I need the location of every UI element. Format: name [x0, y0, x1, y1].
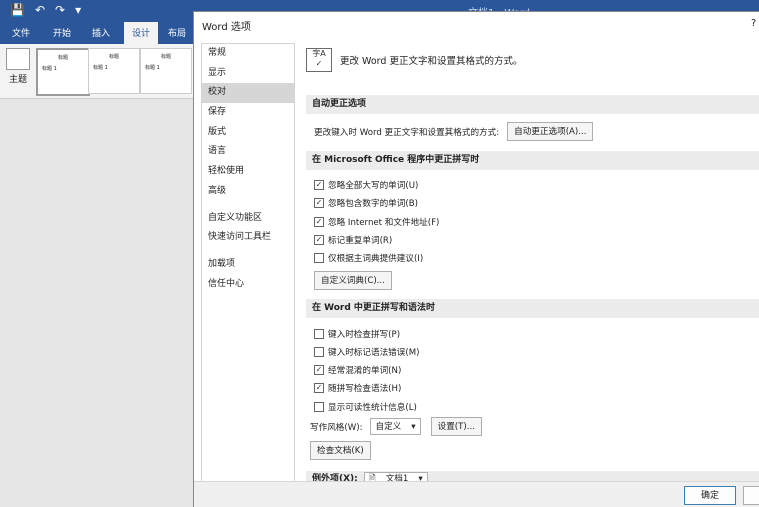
document-area: [0, 99, 194, 505]
writing-style-select[interactable]: 自定义 ▾: [370, 418, 421, 435]
proofing-abc-icon: 字A ✓: [306, 48, 332, 72]
theme-icon: [6, 48, 30, 70]
undo-icon[interactable]: ↶: [35, 3, 45, 17]
exceptions-select[interactable]: 🗎 文档1 ▾: [363, 472, 428, 481]
option-confused-words[interactable]: ✓ 经常混淆的单词(N): [314, 364, 401, 376]
checkbox[interactable]: ✓: [314, 198, 324, 208]
style-thumbnail[interactable]: 标题 标题 1: [36, 48, 90, 96]
cancel-button[interactable]: [743, 486, 759, 505]
nav-item-addins[interactable]: 加载项: [202, 255, 294, 275]
option-ignore-uppercase[interactable]: ✓ 忽略全部大写的单词(U): [314, 179, 418, 191]
option-ignore-internet[interactable]: ✓ 忽略 Internet 和文件地址(F): [314, 216, 439, 228]
section-word-spelling: 在 Word 中更正拼写和语法时: [306, 299, 759, 318]
style-thumbnail[interactable]: 标题 标题 1: [88, 48, 140, 94]
panel-header: 字A ✓ 更改 Word 更正文字和设置其格式的方式。: [306, 47, 522, 73]
section-exceptions: 例外项(X): 🗎 文档1 ▾: [306, 471, 759, 481]
check-document-button[interactable]: 检查文档(K): [310, 441, 371, 460]
writing-style-row: 写作风格(W): 自定义 ▾ 设置(T)...: [310, 417, 482, 436]
option-mark-grammar[interactable]: 键入时标记语法错误(M): [314, 346, 419, 358]
theme-label: 主题: [8, 75, 27, 85]
checkbox[interactable]: ✓: [314, 180, 324, 190]
nav-divider: [202, 202, 294, 209]
nav-item-general[interactable]: 常规: [202, 44, 294, 64]
ok-button[interactable]: 确定: [684, 486, 736, 505]
nav-item-language[interactable]: 语言: [202, 142, 294, 162]
tab-file[interactable]: 文件: [12, 26, 30, 39]
nav-item-save[interactable]: 保存: [202, 103, 294, 123]
nav-item-display[interactable]: 显示: [202, 64, 294, 84]
autocorrect-desc: 更改键入时 Word 更正文字和设置其格式的方式:: [314, 127, 500, 138]
option-ignore-numbers[interactable]: ✓ 忽略包含数字的单词(B): [314, 197, 418, 209]
checkbox[interactable]: [314, 329, 324, 339]
checkbox[interactable]: ✓: [314, 217, 324, 227]
option-check-spelling[interactable]: 键入时检查拼写(P): [314, 328, 400, 340]
checkbox[interactable]: [314, 402, 324, 412]
nav-item-customize-ribbon[interactable]: 自定义功能区: [202, 209, 294, 229]
dialog-footer: 确定: [194, 481, 759, 507]
checkbox[interactable]: ✓: [314, 383, 324, 393]
writing-style-label: 写作风格(W):: [310, 422, 363, 433]
panel-header-text: 更改 Word 更正文字和设置其格式的方式。: [340, 56, 523, 67]
nav-item-proofing[interactable]: 校对: [202, 83, 294, 104]
tab-layout[interactable]: 布局: [168, 26, 186, 39]
quick-access-toolbar: 💾 ↶ ↷ ▾: [10, 3, 81, 17]
tab-home[interactable]: 开始: [53, 26, 71, 39]
nav-divider: [202, 248, 294, 255]
style-thumbnail[interactable]: 标题 标题 1: [140, 48, 192, 94]
custom-dictionaries-button[interactable]: 自定义词典(C)...: [314, 271, 392, 290]
word-options-dialog: Word 选项 ? 常规 显示 校对 保存 版式 语言 轻松使用 高级 自定义功…: [193, 11, 759, 507]
dialog-title: Word 选项: [202, 22, 251, 33]
option-readability[interactable]: 显示可读性统计信息(L): [314, 401, 417, 413]
chevron-down-icon: ▾: [418, 474, 423, 481]
exceptions-label: 例外项(X):: [312, 474, 358, 481]
check-document-row: 检查文档(K): [310, 441, 371, 460]
customize-icon[interactable]: ▾: [75, 3, 81, 17]
nav-item-trust-center[interactable]: 信任中心: [202, 275, 294, 295]
custom-dictionaries-row: 自定义词典(C)...: [314, 271, 392, 290]
checkbox[interactable]: [314, 347, 324, 357]
help-button[interactable]: ?: [751, 18, 756, 29]
checkbox[interactable]: ✓: [314, 235, 324, 245]
redo-icon[interactable]: ↷: [55, 3, 65, 17]
option-flag-repeated[interactable]: ✓ 标记重复单词(R): [314, 234, 392, 246]
checkbox[interactable]: [314, 253, 324, 263]
proofing-panel: 字A ✓ 更改 Word 更正文字和设置其格式的方式。 自动更正选项 更改键入时 …: [300, 43, 759, 481]
autocorrect-row: 更改键入时 Word 更正文字和设置其格式的方式: 自动更正选项(A)...: [314, 122, 594, 141]
nav-item-quick-access[interactable]: 快速访问工具栏: [202, 228, 294, 248]
tab-insert[interactable]: 插入: [92, 26, 110, 39]
checkbox[interactable]: ✓: [314, 365, 324, 375]
settings-button[interactable]: 设置(T)...: [430, 417, 482, 436]
tab-design[interactable]: 设计: [124, 22, 159, 44]
option-check-grammar[interactable]: ✓ 随拼写检查语法(H): [314, 382, 401, 394]
theme-button[interactable]: 主题: [4, 48, 32, 85]
chevron-down-icon: ▾: [411, 422, 416, 432]
nav-item-accessibility[interactable]: 轻松使用: [202, 162, 294, 182]
document-icon: 🗎: [368, 474, 376, 481]
nav-item-layout[interactable]: 版式: [202, 123, 294, 143]
options-nav: 常规 显示 校对 保存 版式 语言 轻松使用 高级 自定义功能区 快速访问工具栏…: [201, 43, 295, 492]
option-main-dictionary[interactable]: 仅根据主词典提供建议(I): [314, 252, 423, 264]
save-icon[interactable]: 💾: [10, 3, 25, 17]
section-office-spelling: 在 Microsoft Office 程序中更正拼写时: [306, 151, 759, 170]
nav-item-advanced[interactable]: 高级: [202, 182, 294, 202]
autocorrect-options-button[interactable]: 自动更正选项(A)...: [507, 122, 594, 141]
section-autocorrect: 自动更正选项: [306, 95, 759, 114]
